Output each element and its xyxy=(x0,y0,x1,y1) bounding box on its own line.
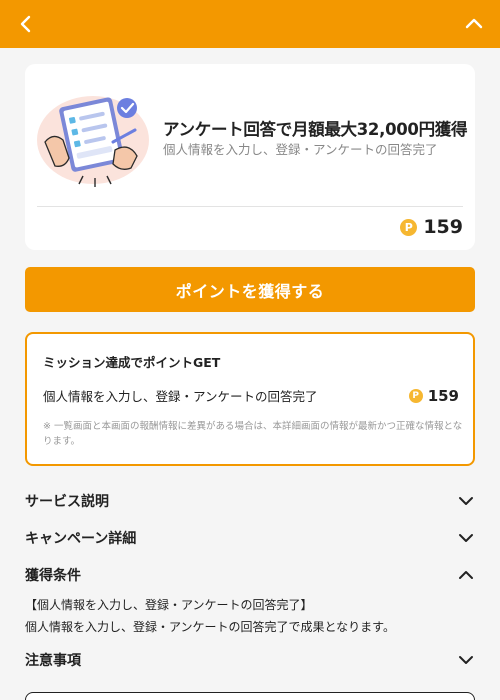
offer-title: アンケート回答で月額最大32,000円獲得 xyxy=(163,120,468,139)
get-points-button[interactable]: ポイントを獲得する xyxy=(25,267,475,312)
offer-points-value: 159 xyxy=(423,216,463,238)
chevron-up-icon xyxy=(465,18,483,29)
point-coin-icon: P xyxy=(400,218,418,236)
section-campaign-label: キャンペーン詳細 xyxy=(25,531,137,547)
section-conditions[interactable]: 獲得条件 xyxy=(25,563,475,587)
section-campaign[interactable]: キャンペーン詳細 xyxy=(25,526,475,550)
mission-condition: 個人情報を入力し、登録・アンケートの回答完了 xyxy=(43,389,318,404)
mission-title: ミッション達成でポイントGET xyxy=(43,355,221,370)
chevron-down-icon xyxy=(457,529,475,547)
conditions-body: 【個人情報を入力し、登録・アンケートの回答完了】 個人情報を入力し、登録・アンケ… xyxy=(25,594,475,638)
offer-points: P 159 xyxy=(400,216,463,238)
back-button[interactable] xyxy=(14,12,38,36)
collapse-button[interactable] xyxy=(462,12,486,36)
chevron-down-icon xyxy=(457,651,475,669)
mission-points: P 159 xyxy=(408,386,459,405)
mission-box: ミッション達成でポイントGET 個人情報を入力し、登録・アンケートの回答完了 P… xyxy=(25,332,475,466)
chevron-up-icon xyxy=(457,566,475,584)
offer-card: アンケート回答で月額最大32,000円獲得 個人情報を入力し、登録・アンケートの… xyxy=(25,64,475,250)
section-conditions-label: 獲得条件 xyxy=(25,568,81,584)
mission-note: ※ 一覧画面と本画面の報酬情報に差異がある場合は、本詳細画面の情報が最新かつ正確… xyxy=(43,421,463,447)
chevron-down-icon xyxy=(457,492,475,510)
conditions-line-2: 個人情報を入力し、登録・アンケートの回答完了で成果となります。 xyxy=(25,620,395,634)
section-service[interactable]: サービス説明 xyxy=(25,489,475,513)
mission-row: 個人情報を入力し、登録・アンケートの回答完了 P 159 xyxy=(43,386,459,405)
point-coin-icon: P xyxy=(408,388,423,403)
conditions-line-1: 【個人情報を入力し、登録・アンケートの回答完了】 xyxy=(25,598,313,612)
survey-form-illustration xyxy=(37,96,149,187)
section-notes[interactable]: 注意事項 xyxy=(25,648,475,672)
section-notes-label: 注意事項 xyxy=(25,653,81,669)
chevron-left-icon xyxy=(20,15,31,33)
bottom-panel xyxy=(25,692,475,700)
divider xyxy=(37,206,463,207)
header-bar xyxy=(0,0,500,48)
offer-subtitle: 個人情報を入力し、登録・アンケートの回答完了 xyxy=(163,142,438,157)
section-service-label: サービス説明 xyxy=(25,494,109,510)
mission-points-value: 159 xyxy=(427,386,459,405)
